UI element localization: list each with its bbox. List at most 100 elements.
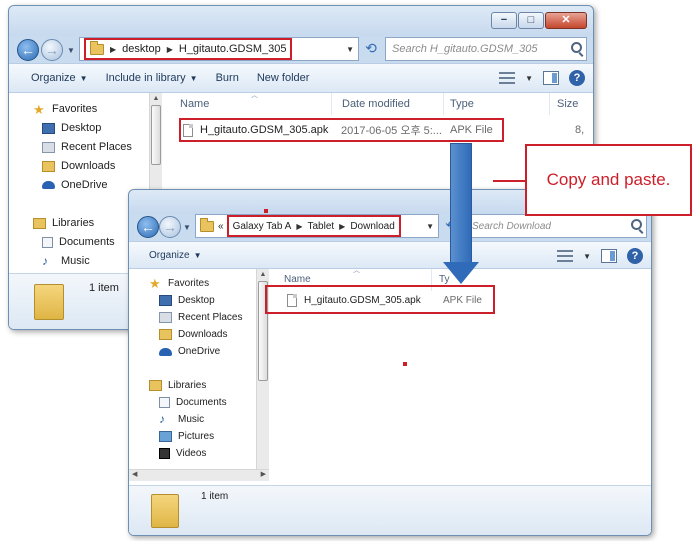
preview-pane-icon[interactable] (601, 249, 617, 263)
back-arrow-icon: ← (21, 42, 35, 58)
nav-onedrive[interactable]: OneDrive (42, 179, 107, 191)
breadcrumb-galaxy-tab-a[interactable]: Galaxy Tab A (233, 221, 292, 232)
nav-desktop[interactable]: Desktop (42, 122, 101, 134)
nav-music[interactable]: ♪ Music (42, 253, 90, 268)
navigation-row: ← → ▼ « Galaxy Tab A ▶ Tablet ▶ Download… (135, 214, 647, 240)
search-icon[interactable] (631, 219, 642, 230)
breadcrumb-separator-icon[interactable]: ▶ (339, 222, 345, 231)
address-dropdown-icon[interactable]: ▼ (426, 222, 434, 231)
maximize-button[interactable]: □ (518, 12, 544, 29)
scrollbar-thumb[interactable] (151, 105, 161, 165)
address-bar[interactable]: « Galaxy Tab A ▶ Tablet ▶ Download ▼ (195, 214, 439, 238)
help-icon[interactable]: ? (569, 70, 585, 86)
nav-documents[interactable]: Documents (42, 236, 115, 248)
scroll-up-icon[interactable]: ▲ (150, 95, 162, 102)
scroll-left-icon[interactable]: ◀ (132, 470, 137, 478)
nav-downloads[interactable]: Downloads (159, 329, 227, 340)
nav-favorites[interactable]: ★ Favorites (33, 101, 97, 117)
minimize-button[interactable]: − (491, 12, 517, 29)
column-header-size[interactable]: Size (557, 93, 578, 115)
pictures-icon (159, 431, 172, 442)
music-icon: ♪ (42, 253, 48, 268)
forward-arrow-icon: → (163, 219, 177, 235)
nav-downloads[interactable]: Downloads (42, 160, 115, 172)
organize-menu[interactable]: Organize ▼ (9, 72, 97, 84)
nav-recent-places[interactable]: Recent Places (159, 312, 242, 323)
nav-libraries[interactable]: Libraries (149, 380, 206, 391)
sort-ascending-icon: ︿ (251, 92, 258, 99)
breadcrumb-separator-icon[interactable]: ▶ (296, 222, 302, 231)
nav-favorites[interactable]: ★ Favorites (149, 277, 209, 290)
breadcrumb-desktop[interactable]: desktop (122, 43, 161, 55)
music-icon: ♪ (159, 412, 165, 426)
help-icon[interactable]: ? (627, 248, 643, 264)
refresh-icon[interactable]: ⟲ (359, 37, 383, 61)
nav-pictures[interactable]: Pictures (159, 431, 214, 442)
address-bar[interactable]: ▶ desktop ▶ H_gitauto.GDSM_305 ▼ (79, 37, 359, 61)
column-divider[interactable] (549, 93, 550, 115)
organize-menu[interactable]: Organize ▼ (129, 250, 211, 261)
scroll-up-icon[interactable]: ▲ (257, 271, 269, 278)
view-options-dropdown-icon[interactable]: ▼ (583, 252, 591, 261)
search-icon[interactable] (571, 42, 582, 53)
breadcrumb: Galaxy Tab A ▶ Tablet ▶ Download (226, 215, 401, 237)
downloads-icon (159, 329, 172, 340)
preview-pane-icon[interactable] (543, 71, 559, 85)
file-size: 8, (575, 124, 585, 136)
burn-button[interactable]: Burn (207, 72, 248, 84)
nav-desktop[interactable]: Desktop (159, 295, 215, 306)
search-box[interactable]: Search Download (465, 214, 647, 238)
breadcrumb-separator-icon[interactable]: ▶ (167, 45, 173, 54)
navigation-row: ← → ▼ ▶ desktop ▶ H_gitauto.GDSM_305 ▼ ⟲… (15, 37, 587, 63)
column-header-type[interactable]: Type (450, 93, 474, 115)
search-box[interactable]: Search H_gitauto.GDSM_305 (385, 37, 587, 61)
forward-button[interactable]: → (41, 39, 63, 61)
highlight-box (179, 118, 504, 142)
column-divider[interactable] (331, 93, 332, 115)
nav-libraries[interactable]: Libraries (33, 217, 94, 229)
column-divider[interactable] (443, 93, 444, 115)
videos-icon (159, 448, 170, 459)
column-header-date-modified[interactable]: Date modified (342, 93, 410, 115)
recent-places-icon (42, 141, 55, 153)
nav-music[interactable]: ♪ Music (159, 412, 204, 426)
close-button[interactable]: ✕ (545, 12, 587, 29)
nav-recent-places[interactable]: Recent Places (42, 141, 132, 153)
scroll-right-icon[interactable]: ▶ (261, 470, 266, 478)
include-in-library-menu[interactable]: Include in library ▼ (97, 72, 207, 84)
back-button[interactable]: ← (17, 39, 39, 61)
recent-pages-dropdown-icon[interactable]: ▼ (183, 223, 191, 232)
recent-pages-dropdown-icon[interactable]: ▼ (67, 46, 75, 55)
nav-onedrive[interactable]: OneDrive (159, 346, 220, 357)
new-folder-button[interactable]: New folder (248, 72, 319, 84)
search-placeholder: Search H_gitauto.GDSM_305 (392, 43, 538, 55)
breadcrumb-overflow-icon[interactable]: « (218, 221, 224, 232)
forward-button[interactable]: → (159, 216, 181, 238)
column-header-name[interactable]: Name (180, 93, 209, 115)
change-view-icon[interactable] (499, 72, 516, 84)
horizontal-scrollbar[interactable]: ◀ ▶ (129, 469, 269, 481)
nav-videos[interactable]: Videos (159, 448, 206, 459)
callout-box: Copy and paste. (525, 144, 692, 216)
change-view-icon[interactable] (557, 250, 574, 262)
copy-arrow-shaft (450, 143, 472, 263)
back-button[interactable]: ← (137, 216, 159, 238)
desktop-icon (159, 295, 172, 306)
forward-arrow-icon: → (45, 42, 59, 58)
address-dropdown-icon[interactable]: ▼ (346, 45, 354, 54)
breadcrumb-current-folder[interactable]: H_gitauto.GDSM_305 (179, 43, 287, 55)
breadcrumb-tablet[interactable]: Tablet (307, 221, 334, 232)
star-icon: ★ (33, 101, 45, 117)
back-arrow-icon: ← (141, 219, 155, 235)
documents-icon (42, 236, 53, 248)
recent-places-icon (159, 312, 172, 323)
breadcrumb-separator-icon[interactable]: ▶ (110, 45, 116, 54)
onedrive-icon (159, 347, 172, 356)
view-options-dropdown-icon[interactable]: ▼ (525, 74, 533, 83)
search-placeholder: Search Download (472, 220, 551, 232)
breadcrumb-download[interactable]: Download (350, 221, 394, 232)
callout-connector-line (493, 180, 526, 182)
view-controls: ▼ ? (499, 70, 585, 86)
nav-documents[interactable]: Documents (159, 397, 227, 408)
breadcrumb: ▶ desktop ▶ H_gitauto.GDSM_305 (84, 38, 293, 60)
